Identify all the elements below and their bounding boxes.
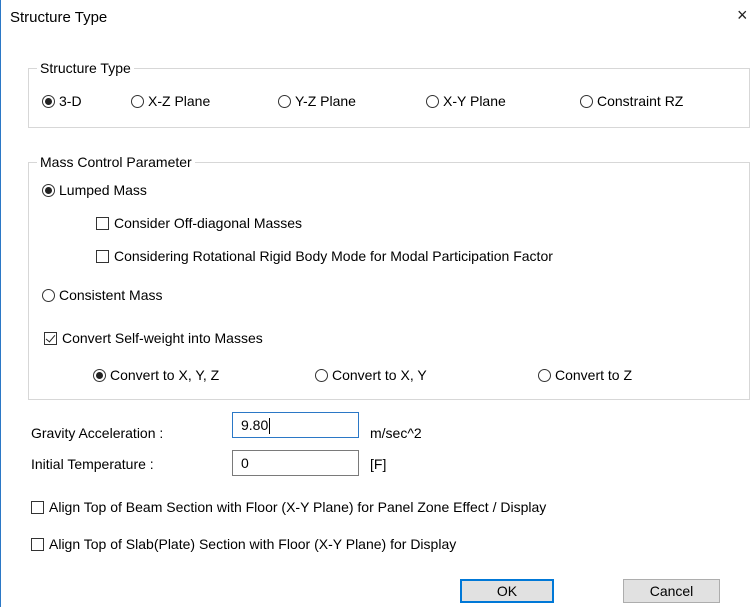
dialog-title: Structure Type (10, 9, 108, 26)
checkbox-indicator (96, 216, 109, 230)
close-icon[interactable]: × (737, 6, 748, 24)
checkbox-indicator (96, 249, 109, 263)
radio-convert-xyz[interactable]: Convert to X, Y, Z (93, 367, 219, 383)
radio-xy-plane[interactable]: X-Y Plane (426, 93, 506, 109)
radio-indicator (42, 288, 55, 302)
radio-xz-plane[interactable]: X-Z Plane (131, 93, 210, 109)
cancel-button[interactable]: Cancel (623, 579, 720, 603)
radio-indicator (315, 368, 328, 382)
ok-button[interactable]: OK (460, 579, 554, 603)
radio-indicator (580, 94, 593, 108)
radio-convert-xy[interactable]: Convert to X, Y (315, 367, 427, 383)
checkbox-indicator (31, 500, 44, 514)
radio-indicator (538, 368, 551, 382)
radio-indicator (42, 183, 55, 197)
radio-lumped-mass[interactable]: Lumped Mass (42, 182, 147, 198)
gravity-input[interactable]: 9.80 (232, 412, 359, 438)
checkbox-rotational-mode[interactable]: Considering Rotational Rigid Body Mode f… (96, 248, 553, 264)
text-caret (269, 418, 271, 435)
mass-control-label: Mass Control Parameter (37, 154, 195, 170)
gravity-unit: m/sec^2 (370, 425, 422, 441)
radio-indicator (278, 94, 291, 108)
radio-indicator (42, 94, 55, 108)
checkbox-indicator (44, 331, 57, 345)
checkbox-align-slab[interactable]: Align Top of Slab(Plate) Section with Fl… (31, 536, 456, 552)
temperature-label: Initial Temperature : (31, 456, 154, 472)
checkbox-off-diagonal[interactable]: Consider Off-diagonal Masses (96, 215, 302, 231)
radio-indicator (131, 94, 144, 108)
temperature-unit: [F] (370, 456, 387, 472)
gravity-label: Gravity Acceleration : (31, 425, 164, 441)
radio-consistent-mass[interactable]: Consistent Mass (42, 287, 162, 303)
window-edge (0, 0, 1, 607)
radio-constraint-rz[interactable]: Constraint RZ (580, 93, 683, 109)
radio-indicator (93, 368, 106, 382)
radio-convert-z[interactable]: Convert to Z (538, 367, 632, 383)
checkbox-indicator (31, 537, 44, 551)
structure-type-label: Structure Type (37, 60, 134, 76)
checkbox-convert-selfweight[interactable]: Convert Self-weight into Masses (44, 330, 263, 346)
checkbox-align-beam[interactable]: Align Top of Beam Section with Floor (X-… (31, 499, 546, 515)
radio-3d[interactable]: 3-D (42, 93, 82, 109)
temperature-input[interactable]: 0 (232, 450, 359, 476)
radio-yz-plane[interactable]: Y-Z Plane (278, 93, 356, 109)
radio-indicator (426, 94, 439, 108)
